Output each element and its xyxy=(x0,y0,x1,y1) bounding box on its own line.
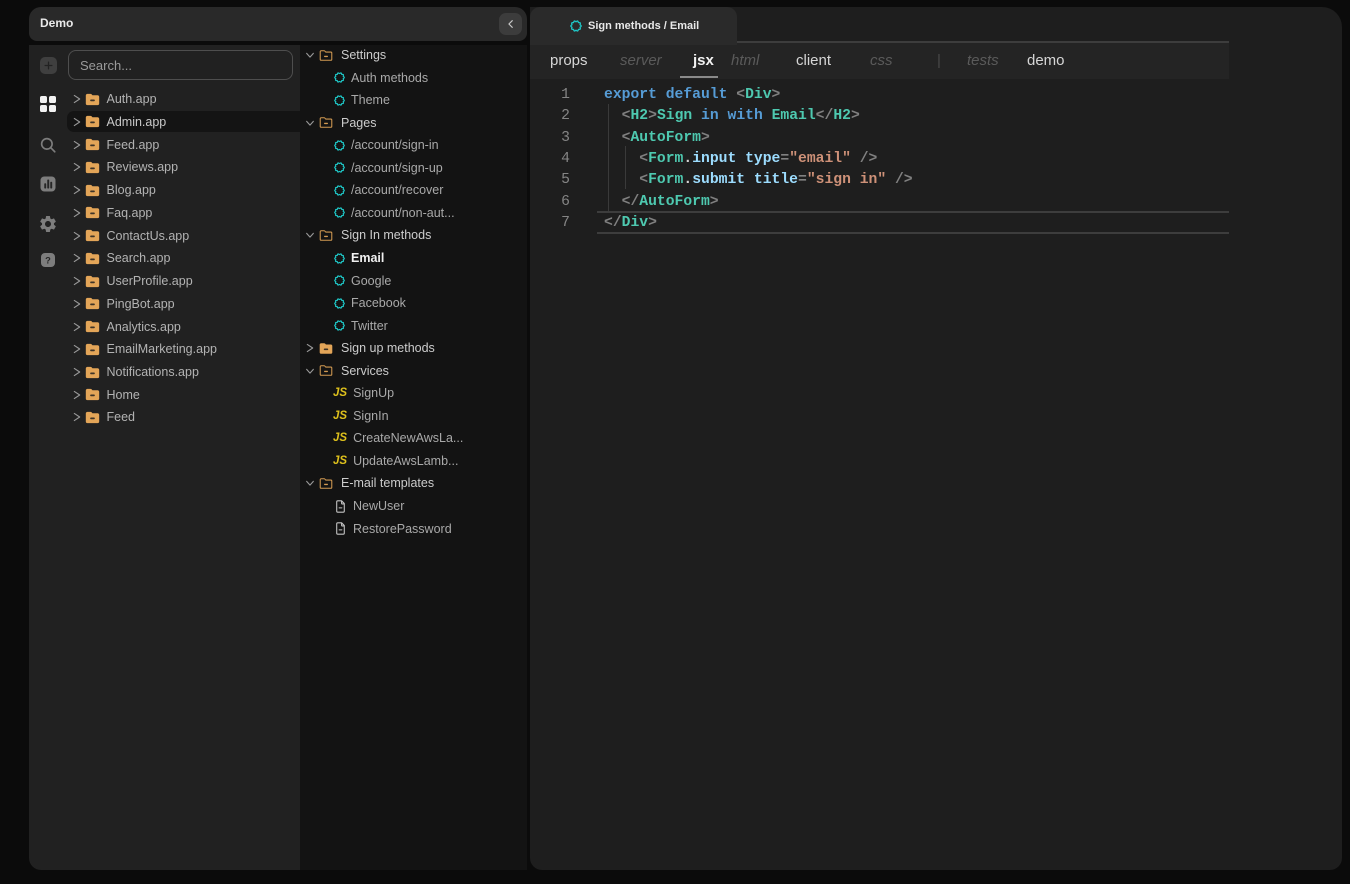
svg-text:?: ? xyxy=(45,255,51,265)
